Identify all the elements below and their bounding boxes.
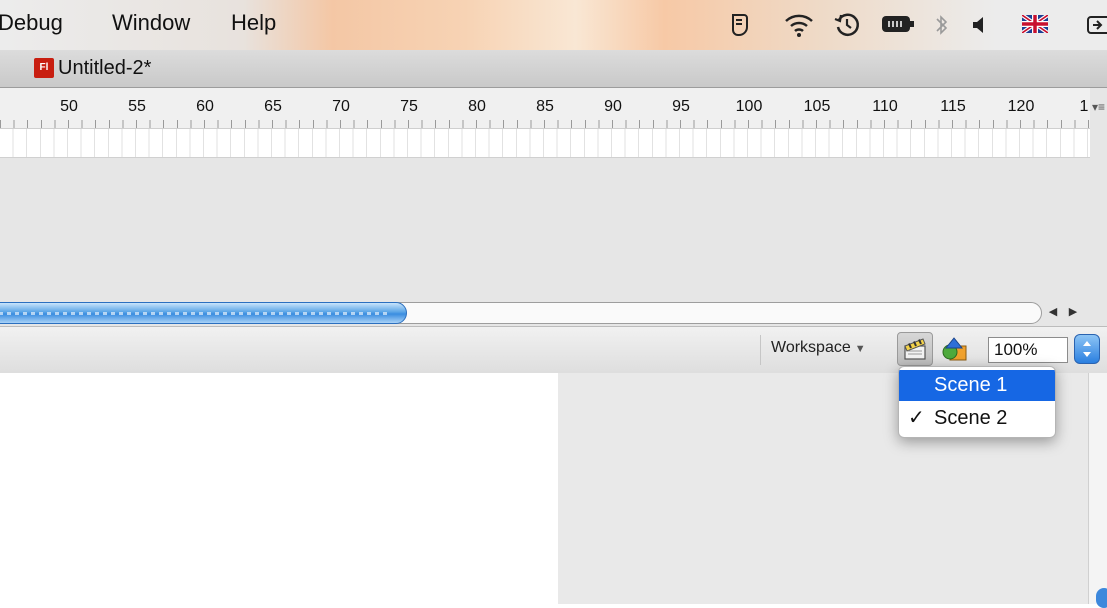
timeline-horizontal-scrollbar[interactable]: ◀ ▶ — [0, 300, 1107, 326]
ruler-tick-label: 65 — [264, 98, 282, 115]
battery-icon[interactable] — [880, 12, 916, 36]
frame-ruler[interactable]: 50 55 60 65 70 75 80 85 90 95 100 105 11… — [0, 88, 1090, 129]
ruler-tick-label: 80 — [468, 98, 486, 115]
clapperboard-icon — [904, 338, 926, 360]
input-menu-icon[interactable] — [1086, 12, 1107, 38]
scene-item-label: Scene 2 — [934, 407, 1008, 429]
ruler-tick-label: 95 — [672, 98, 690, 115]
ruler-tick-label: 55 — [128, 98, 146, 115]
scroll-right-arrow-icon[interactable]: ▶ — [1064, 303, 1082, 321]
scene-menu-item-scene-1[interactable]: Scene 1 — [899, 370, 1055, 401]
caret-down-icon: ▼ — [854, 343, 866, 355]
ruler-tick-label: 100 — [735, 98, 763, 115]
workspace-dropdown[interactable]: Workspace ▼ — [771, 339, 866, 357]
zoom-stepper[interactable] — [1074, 334, 1100, 364]
wifi-icon[interactable] — [784, 12, 814, 38]
ruler-tick-marks — [0, 120, 1090, 128]
ruler-tick-label: 105 — [803, 98, 831, 115]
menu-bar: Debug Window Help — [0, 0, 1107, 51]
scripts-icon[interactable] — [730, 12, 750, 38]
menu-debug[interactable]: Debug — [0, 10, 63, 36]
ruler-tick-label: 50 — [60, 98, 78, 115]
timeline-panel: 50 55 60 65 70 75 80 85 90 95 100 105 11… — [0, 88, 1107, 300]
scroll-left-arrow-icon[interactable]: ◀ — [1044, 303, 1062, 321]
ruler-tick-label: 115 — [940, 98, 966, 115]
vertical-scrollbar-thumb[interactable] — [1096, 588, 1107, 608]
timeline-options-icon[interactable]: ▾≡ — [1092, 100, 1105, 114]
volume-icon[interactable] — [970, 12, 986, 38]
stage-vertical-scrollbar[interactable] — [1088, 373, 1107, 604]
ruler-tick-label: 1 — [1079, 98, 1089, 115]
scene-menu: Scene 1 ✓ Scene 2 — [898, 366, 1056, 438]
ruler-tick-label: 70 — [332, 98, 350, 115]
scrollbar-thumb[interactable] — [0, 302, 407, 324]
edit-scene-button[interactable] — [897, 332, 933, 366]
ruler-tick-label: 110 — [872, 98, 898, 115]
document-tab-bar: Fl Untitled-2* — [0, 50, 1107, 88]
up-down-arrows-icon — [1083, 341, 1091, 357]
ruler-tick-label: 60 — [196, 98, 214, 115]
menu-help[interactable]: Help — [231, 10, 276, 36]
zoom-field[interactable]: 100% — [988, 337, 1068, 363]
document-tab[interactable]: Untitled-2* — [58, 57, 151, 80]
workspace-label: Workspace — [771, 339, 851, 356]
time-machine-icon[interactable] — [834, 12, 860, 38]
flash-document-icon: Fl — [34, 58, 54, 78]
stage[interactable] — [0, 373, 558, 604]
menu-window[interactable]: Window — [112, 10, 190, 36]
edit-symbols-icon[interactable] — [940, 336, 970, 364]
ruler-tick-label: 120 — [1007, 98, 1035, 115]
divider — [760, 335, 761, 365]
ruler-tick-label: 90 — [604, 98, 622, 115]
uk-flag-icon[interactable] — [1022, 15, 1048, 33]
checkmark-icon: ✓ — [908, 407, 925, 429]
ruler-tick-label: 85 — [536, 98, 554, 115]
ruler-tick-label: 75 — [400, 98, 418, 115]
frame-grid — [0, 129, 1090, 157]
scene-menu-item-scene-2[interactable]: ✓ Scene 2 — [899, 403, 1055, 434]
bluetooth-icon[interactable] — [934, 12, 950, 38]
scene-item-label: Scene 1 — [934, 374, 1008, 396]
